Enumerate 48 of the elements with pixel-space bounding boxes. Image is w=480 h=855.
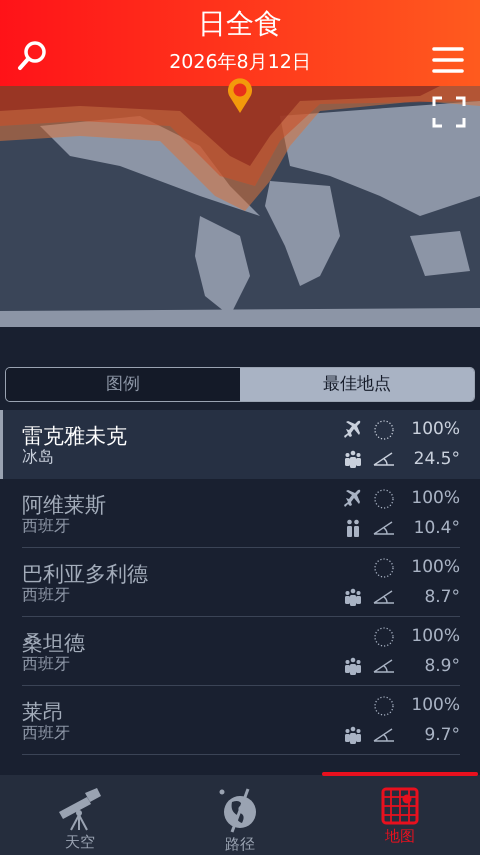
eclipse-path-map[interactable] [0, 86, 480, 327]
country-name: 西班牙 [22, 724, 71, 742]
nav-tab[interactable]: 天空 [0, 775, 160, 855]
page-title: 日全食 [198, 6, 282, 38]
altitude-value: 8.7° [424, 586, 460, 608]
coverage-value: 100% [411, 418, 460, 441]
dotted-circle-icon [373, 556, 395, 579]
coverage-value: 100% [411, 487, 460, 510]
location-row[interactable]: 雷克雅未克 冰岛 100% 24.5° [0, 410, 480, 479]
angle-icon [372, 520, 396, 536]
grid-map-icon [381, 787, 419, 825]
telescope-icon [57, 787, 103, 831]
eclipse-date: 2026年8月12日 [169, 50, 311, 75]
angle-icon [372, 727, 396, 744]
country-name: 西班牙 [22, 516, 71, 534]
dotted-circle-icon [373, 626, 395, 648]
location-name: 桑坦德 [22, 630, 86, 655]
coverage-value: 100% [411, 625, 460, 648]
segment-tab[interactable]: 最佳地点 [240, 368, 474, 401]
location-row[interactable]: 桑坦德 西班牙 100% 8.9° [0, 617, 480, 686]
dotted-circle-icon [373, 488, 395, 510]
country-name: 西班牙 [22, 654, 71, 672]
location-name: 阿维莱斯 [22, 492, 107, 517]
coverage-value: 100% [411, 694, 460, 717]
dotted-circle-icon [373, 418, 395, 441]
altitude-value: 24.5° [414, 448, 460, 470]
location-name: 莱昂 [22, 700, 65, 724]
altitude-value: 8.9° [424, 654, 460, 678]
dotted-circle-icon [373, 694, 395, 717]
search-button[interactable] [16, 40, 48, 72]
fullscreen-icon[interactable] [432, 96, 466, 128]
location-row[interactable]: 莱昂 西班牙 100% 9.7° [0, 686, 480, 755]
menu-button[interactable] [432, 46, 464, 74]
country-name: 冰岛 [22, 448, 55, 466]
altitude-value: 9.7° [424, 724, 460, 746]
angle-icon [372, 658, 396, 674]
location-pin-icon [227, 78, 253, 114]
location-row[interactable]: 巴利亚多利德 西班牙 100% 8.7° [0, 548, 480, 617]
location-row[interactable]: 阿维莱斯 西班牙 100% 10.4° [0, 479, 480, 548]
altitude-value: 10.4° [414, 516, 460, 540]
location-name: 雷克雅未克 [22, 424, 128, 448]
location-name: 巴利亚多利德 [22, 562, 149, 586]
angle-icon [372, 451, 396, 468]
nav-tab[interactable]: 路径 [160, 775, 320, 855]
angle-icon [372, 589, 396, 606]
country-name: 西班牙 [22, 586, 71, 604]
coverage-value: 100% [411, 556, 460, 579]
segment-tab[interactable]: 图例 [6, 368, 240, 401]
